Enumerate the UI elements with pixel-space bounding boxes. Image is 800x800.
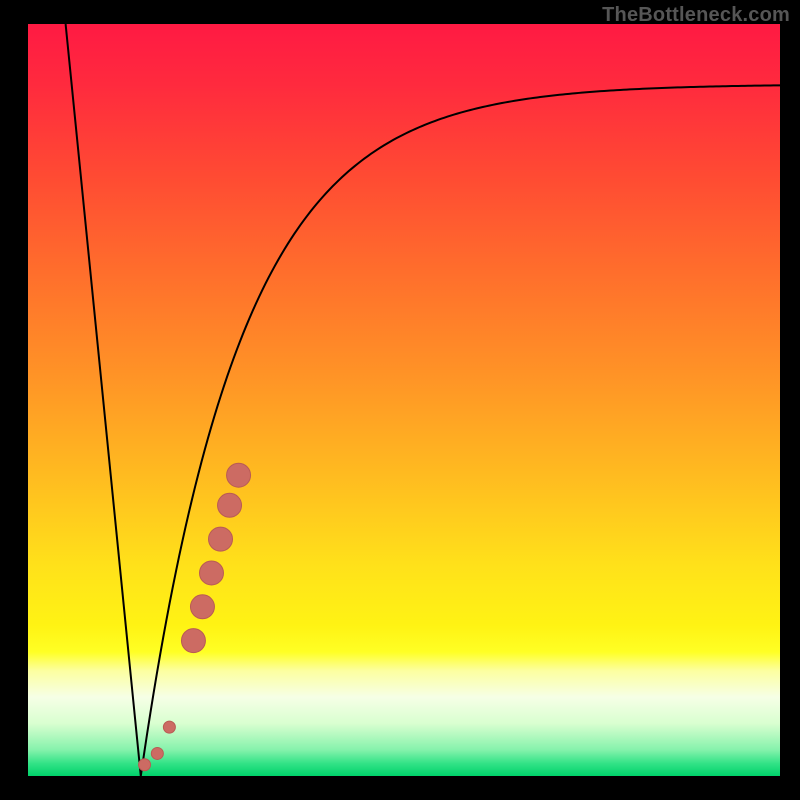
chart-svg (28, 24, 780, 776)
plot-area (28, 24, 780, 776)
marker-point (218, 493, 242, 517)
gradient-background (28, 24, 780, 776)
marker-point (209, 527, 233, 551)
marker-point (227, 463, 251, 487)
marker-point (139, 759, 151, 771)
chart-frame: TheBottleneck.com (0, 0, 800, 800)
marker-point (151, 747, 163, 759)
marker-point (181, 629, 205, 653)
marker-point (163, 721, 175, 733)
marker-point (199, 561, 223, 585)
marker-point (190, 595, 214, 619)
